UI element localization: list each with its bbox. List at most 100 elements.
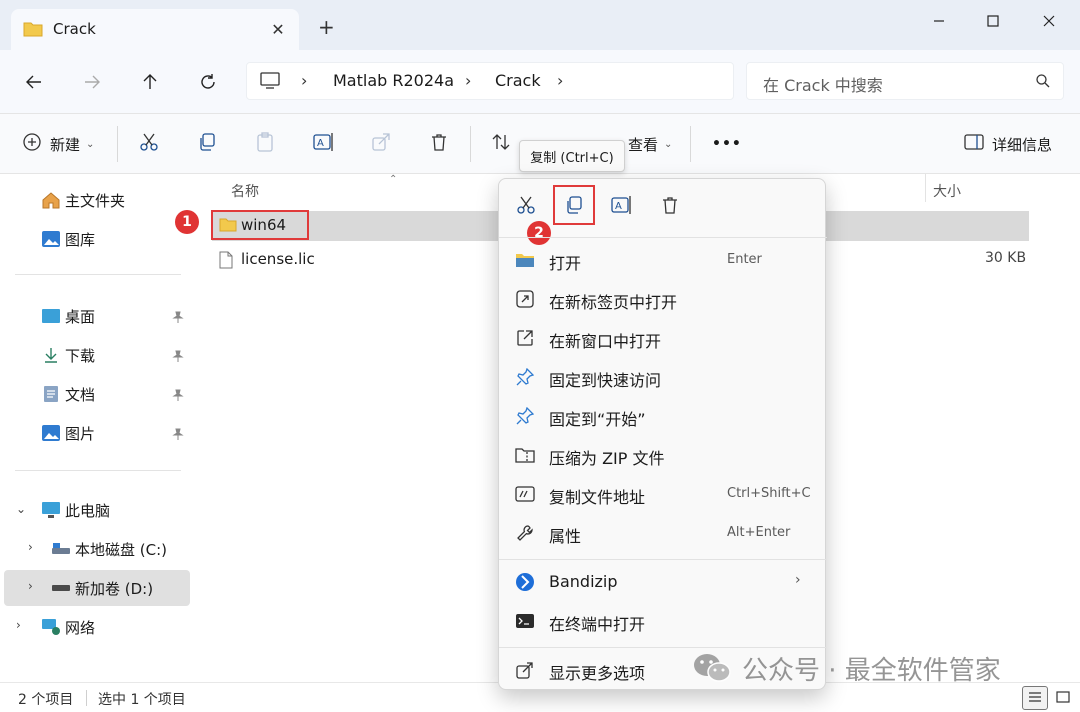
menu-item-pin-quick-access[interactable]: 固定到快速访问 xyxy=(505,359,821,395)
sidebar-item-network[interactable]: › 网络 xyxy=(4,609,190,645)
home-icon xyxy=(41,190,61,210)
delete-button[interactable] xyxy=(429,131,449,157)
maximize-button[interactable] xyxy=(970,6,1016,36)
breadcrumb[interactable]: › Matlab R2024a › Crack › xyxy=(246,62,734,100)
sidebar-label: 新加卷 (D:) xyxy=(75,579,154,598)
divider xyxy=(470,126,471,162)
chevron-right-icon[interactable]: › xyxy=(28,540,33,554)
context-rename-button[interactable]: A xyxy=(604,191,640,223)
copy-tooltip: 复制 (Ctrl+C) xyxy=(519,140,625,172)
open-new-window-icon xyxy=(514,328,536,348)
rename-button[interactable]: A xyxy=(313,131,335,157)
copy-button[interactable] xyxy=(197,131,217,157)
pin-icon[interactable] xyxy=(172,387,184,405)
back-button[interactable] xyxy=(18,66,50,98)
search-input[interactable]: 在 Crack 中搜索 xyxy=(746,62,1064,100)
terminal-icon xyxy=(514,611,536,631)
new-label: 新建 xyxy=(50,135,81,154)
forward-button[interactable] xyxy=(76,66,108,98)
sidebar-item-home[interactable]: 主文件夹 xyxy=(4,182,190,218)
menu-item-shortcut: Alt+Enter xyxy=(727,525,791,540)
details-view-button[interactable] xyxy=(1022,686,1048,710)
divider xyxy=(499,559,827,560)
menu-item-open-new-window[interactable]: 在新窗口中打开 xyxy=(505,320,821,356)
search-placeholder: 在 Crack 中搜索 xyxy=(763,76,883,95)
context-delete-button[interactable] xyxy=(652,191,688,223)
paste-button[interactable] xyxy=(255,131,275,157)
menu-item-label: 固定到“开始” xyxy=(549,410,646,429)
network-icon xyxy=(41,617,61,637)
menu-item-compress-zip[interactable]: 压缩为 ZIP 文件 xyxy=(505,437,821,473)
sidebar-label: 文档 xyxy=(65,385,96,404)
menu-item-open[interactable]: 打开 Enter xyxy=(505,242,821,278)
breadcrumb-matlab[interactable]: Matlab R2024a xyxy=(333,71,454,90)
sidebar-item-desktop[interactable]: 桌面 xyxy=(4,298,190,334)
sidebar-label: 图片 xyxy=(65,424,96,443)
column-divider[interactable] xyxy=(925,174,926,202)
sidebar-item-drive-c[interactable]: › 本地磁盘 (C:) xyxy=(4,531,190,567)
rename-icon: A xyxy=(313,132,335,156)
sidebar-item-downloads[interactable]: 下载 xyxy=(4,337,190,373)
menu-item-label: 在新窗口中打开 xyxy=(549,332,662,351)
view-button[interactable]: 查看 ⌄ xyxy=(620,131,672,157)
tab-title: Crack xyxy=(53,20,96,38)
menu-item-label: 固定到快速访问 xyxy=(549,371,662,390)
plus-circle-icon xyxy=(22,132,42,156)
computer-icon xyxy=(41,500,61,520)
breadcrumb-crack[interactable]: Crack xyxy=(495,71,541,90)
sidebar-item-gallery[interactable]: 图库 xyxy=(4,221,190,257)
new-button[interactable]: 新建 ⌄ xyxy=(22,131,94,157)
share-button[interactable] xyxy=(371,131,391,157)
sidebar-item-pictures[interactable]: 图片 xyxy=(4,415,190,451)
chevron-right-icon[interactable]: › xyxy=(465,71,471,90)
chevron-right-icon: › xyxy=(795,572,801,588)
up-button[interactable] xyxy=(134,66,166,98)
menu-item-pin-start[interactable]: 固定到“开始” xyxy=(505,398,821,434)
more-options-button[interactable]: ••• xyxy=(712,131,742,157)
highlight-box-win64 xyxy=(211,210,309,240)
menu-item-open-terminal[interactable]: 在终端中打开 xyxy=(505,603,821,639)
sort-icon xyxy=(491,132,511,156)
details-label: 详细信息 xyxy=(992,135,1053,154)
scissors-icon xyxy=(516,195,536,219)
menu-item-open-new-tab[interactable]: 在新标签页中打开 xyxy=(505,281,821,317)
trash-icon xyxy=(660,195,680,219)
file-size: 30 KB xyxy=(985,250,1027,266)
sidebar-item-documents[interactable]: 文档 xyxy=(4,376,190,412)
details-pane-button[interactable]: 详细信息 xyxy=(964,131,1052,157)
refresh-button[interactable] xyxy=(192,66,224,98)
sort-button[interactable] xyxy=(491,131,511,157)
navigation-pane: 主文件夹 图库 桌面 下载 文档 图片 ⌄ 此电脑 › 本地磁盘 (C:) › … xyxy=(0,174,196,682)
bandizip-icon xyxy=(514,572,536,592)
column-header-size[interactable]: 大小 xyxy=(933,181,961,201)
close-tab-icon[interactable]: ✕ xyxy=(266,17,290,41)
new-tab-button[interactable]: + xyxy=(318,17,335,37)
copy-path-icon xyxy=(514,484,536,504)
chevron-right-icon[interactable]: › xyxy=(16,618,21,632)
menu-item-properties[interactable]: 属性 Alt+Enter xyxy=(505,515,821,551)
minimize-button[interactable] xyxy=(916,6,962,36)
pin-icon[interactable] xyxy=(172,348,184,366)
pin-icon[interactable] xyxy=(172,309,184,327)
context-cut-button[interactable] xyxy=(508,191,544,223)
column-header-name[interactable]: 名称 xyxy=(231,181,259,201)
tiles-view-button[interactable] xyxy=(1050,686,1076,710)
menu-item-label: 复制文件地址 xyxy=(549,488,646,507)
cut-button[interactable] xyxy=(139,131,159,157)
close-window-button[interactable] xyxy=(1026,6,1072,36)
pin-icon[interactable] xyxy=(172,426,184,444)
menu-item-copy-path[interactable]: 复制文件地址 Ctrl+Shift+C xyxy=(505,476,821,512)
sidebar-label: 主文件夹 xyxy=(65,191,126,210)
menu-item-bandizip[interactable]: Bandizip › xyxy=(505,564,821,600)
svg-text:A: A xyxy=(615,201,622,212)
chevron-right-icon[interactable]: › xyxy=(301,71,307,90)
sidebar-item-this-pc[interactable]: ⌄ 此电脑 xyxy=(4,492,190,528)
chevron-down-icon[interactable]: ⌄ xyxy=(16,502,26,516)
wrench-icon xyxy=(514,523,536,543)
menu-item-shortcut: Ctrl+Shift+C xyxy=(727,486,811,501)
sidebar-item-drive-d[interactable]: › 新加卷 (D:) xyxy=(4,570,190,606)
chevron-right-icon[interactable]: › xyxy=(557,71,563,90)
tab-crack[interactable]: Crack ✕ xyxy=(11,9,299,50)
chevron-right-icon[interactable]: › xyxy=(28,579,33,593)
address-bar: › Matlab R2024a › Crack › 在 Crack 中搜索 xyxy=(0,50,1080,114)
